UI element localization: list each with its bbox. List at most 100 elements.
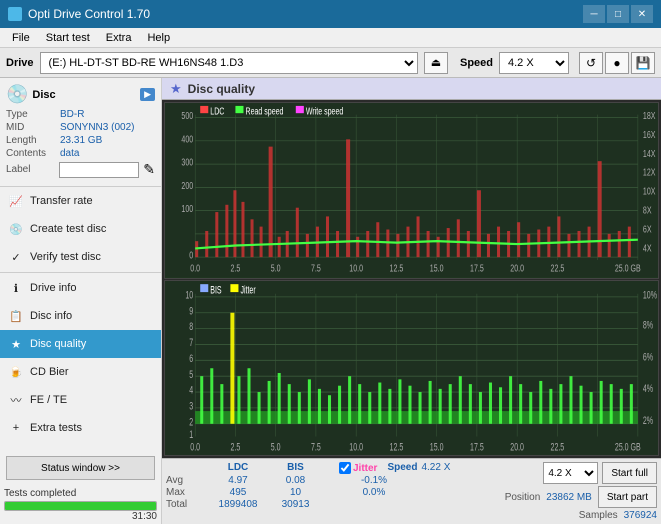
- menu-bar: File Start test Extra Help: [0, 28, 661, 48]
- svg-text:17.5: 17.5: [470, 441, 484, 453]
- mid-label: MID: [6, 122, 58, 133]
- content-area: ★ Disc quality: [162, 78, 661, 524]
- refresh-button[interactable]: ↺: [579, 52, 603, 74]
- svg-text:16X: 16X: [643, 129, 656, 141]
- type-value: BD-R: [60, 109, 84, 120]
- svg-text:BIS: BIS: [210, 284, 221, 296]
- total-label: Total: [166, 499, 208, 510]
- drive-bar: Drive (E:) HL-DT-ST BD-RE WH16NS48 1.D3 …: [0, 48, 661, 78]
- disc-header: 💿 Disc ▶: [6, 84, 155, 105]
- svg-text:8: 8: [189, 320, 193, 332]
- samples-value: 376924: [624, 510, 657, 521]
- start-full-button[interactable]: Start full: [602, 462, 657, 484]
- label-label: Label: [6, 164, 57, 175]
- label-edit-icon[interactable]: ✎: [143, 161, 155, 178]
- max-row: Max 495 10 0.0%: [166, 487, 501, 498]
- svg-text:8%: 8%: [643, 319, 653, 331]
- transfer-rate-icon: 📈: [8, 193, 24, 209]
- verify-test-disc-label: Verify test disc: [30, 251, 101, 263]
- drive-select[interactable]: (E:) HL-DT-ST BD-RE WH16NS48 1.D3: [40, 52, 418, 74]
- svg-text:5.0: 5.0: [271, 262, 281, 274]
- max-ldc: 495: [208, 487, 268, 498]
- svg-text:2: 2: [189, 415, 193, 427]
- svg-text:200: 200: [181, 179, 193, 191]
- disc-label-row: Label ✎: [6, 161, 155, 178]
- svg-text:Read speed: Read speed: [245, 105, 283, 117]
- jitter-checkbox[interactable]: [339, 462, 351, 474]
- minimize-button[interactable]: ─: [583, 5, 605, 23]
- start-part-button[interactable]: Start part: [598, 486, 657, 508]
- total-bis: 30913: [268, 499, 323, 510]
- menu-start-test[interactable]: Start test: [38, 30, 98, 46]
- svg-text:25.0 GB: 25.0 GB: [615, 441, 641, 453]
- sidebar-item-extra-tests[interactable]: + Extra tests: [0, 414, 161, 442]
- save-button[interactable]: 💾: [631, 52, 655, 74]
- right-stats: 4.2 X Start full Position 23862 MB Start…: [505, 462, 657, 521]
- menu-extra[interactable]: Extra: [98, 30, 140, 46]
- record-button[interactable]: ●: [605, 52, 629, 74]
- speed-select[interactable]: 4.2 X: [499, 52, 569, 74]
- disc-info-icon: 📋: [8, 308, 24, 324]
- fe-te-label: FE / TE: [30, 394, 67, 406]
- disc-panel: 💿 Disc ▶ Type BD-R MID SONYNN3 (002) Len…: [0, 78, 161, 187]
- svg-text:5.0: 5.0: [271, 441, 281, 453]
- window-controls[interactable]: ─ □ ✕: [583, 5, 653, 23]
- menu-help[interactable]: Help: [139, 30, 178, 46]
- jitter-header: Jitter: [339, 462, 377, 474]
- avg-label: Avg: [166, 475, 208, 486]
- close-button[interactable]: ✕: [631, 5, 653, 23]
- eject-button[interactable]: ⏏: [424, 52, 448, 74]
- status-text: Tests completed: [4, 488, 157, 499]
- maximize-button[interactable]: □: [607, 5, 629, 23]
- cd-bier-icon: 🍺: [8, 364, 24, 380]
- quality-header-icon: ★: [170, 81, 182, 97]
- ldc-chart-svg: 500 400 300 200 100 0 18X 16X 14X 12X 10…: [165, 103, 658, 278]
- drive-info-label: Drive info: [30, 282, 76, 294]
- sidebar-item-cd-bier[interactable]: 🍺 CD Bier: [0, 358, 161, 386]
- status-window-button[interactable]: Status window >>: [6, 456, 155, 480]
- length-value: 23.31 GB: [60, 135, 102, 146]
- svg-text:22.5: 22.5: [551, 441, 565, 453]
- type-label: Type: [6, 109, 58, 120]
- total-ldc: 1899408: [208, 499, 268, 510]
- svg-text:12.5: 12.5: [390, 262, 404, 274]
- sidebar-item-disc-quality[interactable]: ★ Disc quality: [0, 330, 161, 358]
- svg-text:Write speed: Write speed: [306, 105, 344, 117]
- app-icon: [8, 7, 22, 21]
- disc-mid-row: MID SONYNN3 (002): [6, 122, 155, 133]
- total-row: Total 1899408 30913: [166, 499, 501, 510]
- sidebar-item-create-test-disc[interactable]: 💿 Create test disc: [0, 215, 161, 243]
- disc-length-row: Length 23.31 GB: [6, 135, 155, 146]
- sidebar-item-fe-te[interactable]: 〰 FE / TE: [0, 386, 161, 414]
- fe-te-icon: 〰: [8, 392, 24, 408]
- bottom-stats: LDC BIS Jitter Speed 4.22 X Avg: [162, 458, 661, 524]
- svg-text:2.5: 2.5: [231, 262, 241, 274]
- quality-header: ★ Disc quality: [162, 78, 661, 100]
- position-row: Position 23862 MB Start part: [505, 486, 657, 508]
- menu-file[interactable]: File: [4, 30, 38, 46]
- disc-contents-row: Contents data: [6, 148, 155, 159]
- status-bar: Tests completed 31:30: [4, 488, 157, 522]
- label-input[interactable]: [59, 162, 139, 178]
- svg-text:400: 400: [181, 133, 193, 145]
- avg-ldc: 4.97: [208, 475, 268, 486]
- speed-dropdown[interactable]: 4.2 X: [543, 462, 598, 484]
- extra-tests-label: Extra tests: [30, 422, 82, 434]
- spacer: [323, 462, 339, 474]
- speed-row: 4.2 X Start full: [543, 462, 657, 484]
- sidebar-item-verify-test-disc[interactable]: ✓ Verify test disc: [0, 243, 161, 271]
- bis-header: BIS: [268, 462, 323, 474]
- sidebar-item-drive-info[interactable]: ℹ Drive info: [0, 274, 161, 302]
- svg-text:300: 300: [181, 156, 193, 168]
- samples-label: Samples: [579, 510, 618, 521]
- svg-text:15.0: 15.0: [430, 262, 444, 274]
- max-bis: 10: [268, 487, 323, 498]
- svg-text:12.5: 12.5: [390, 441, 404, 453]
- svg-text:1: 1: [189, 428, 193, 440]
- ldc-header: LDC: [208, 462, 268, 474]
- max-label: Max: [166, 487, 208, 498]
- sidebar-item-disc-info[interactable]: 📋 Disc info: [0, 302, 161, 330]
- sidebar-item-transfer-rate[interactable]: 📈 Transfer rate: [0, 187, 161, 215]
- svg-text:5: 5: [189, 368, 193, 380]
- position-value: 23862 MB: [546, 492, 592, 503]
